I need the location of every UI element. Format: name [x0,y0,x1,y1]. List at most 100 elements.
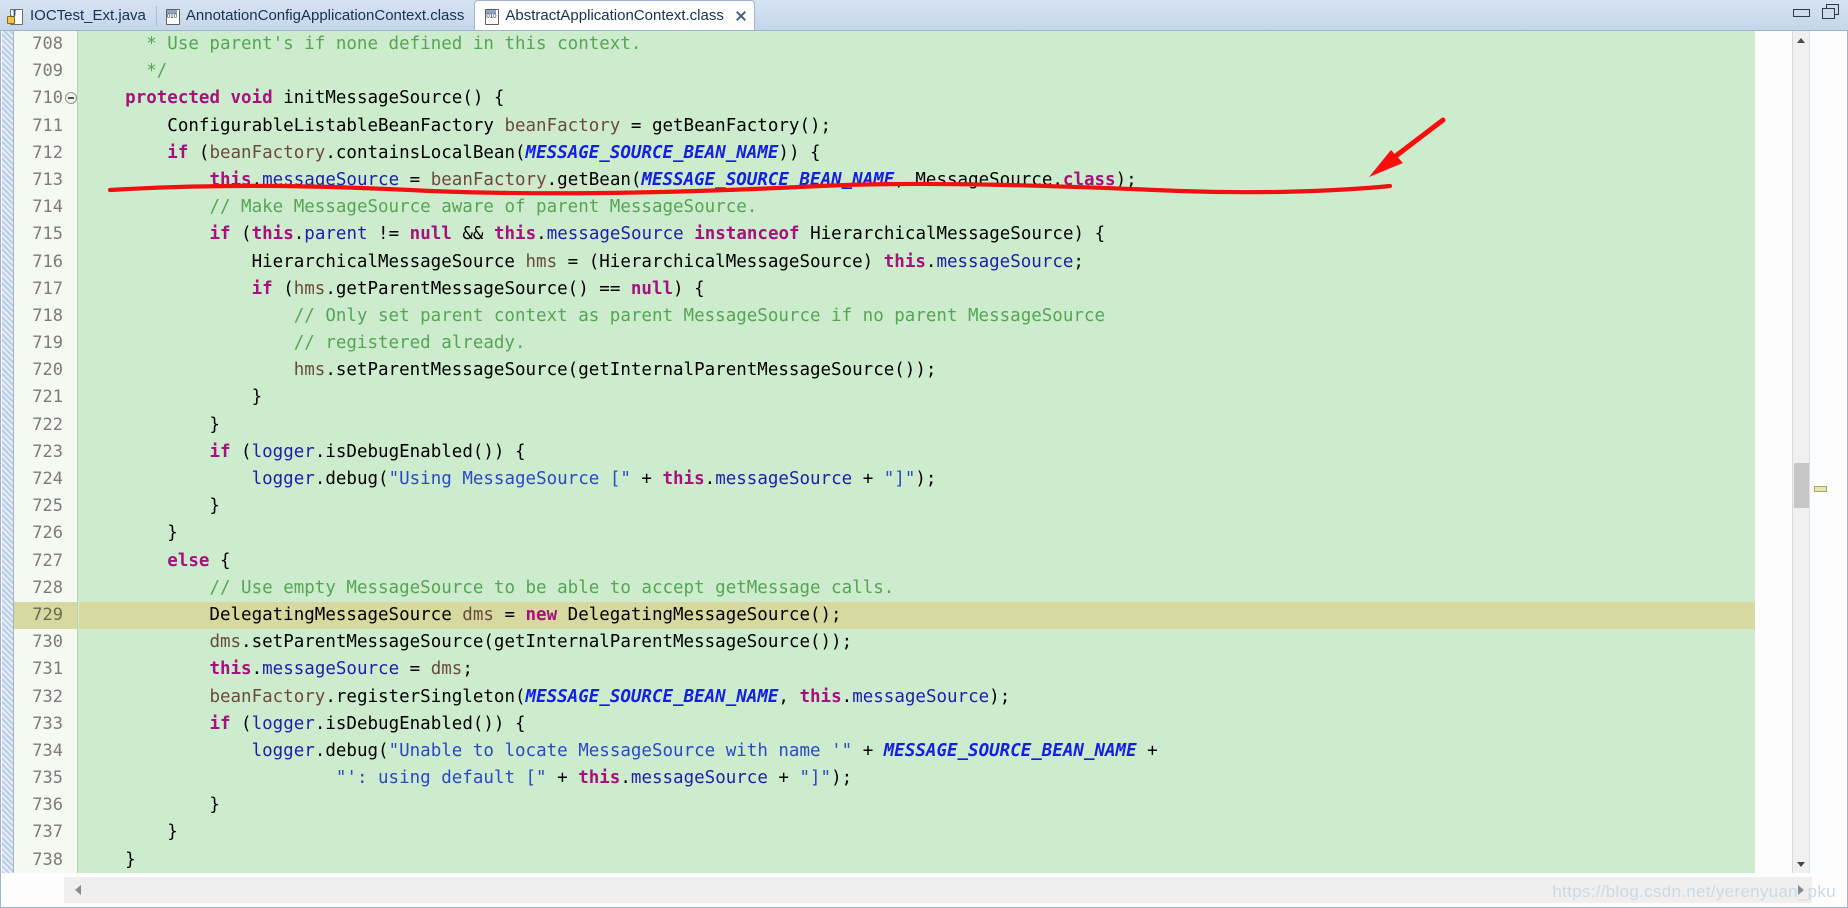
code-token: initMessageSource() { [283,88,505,109]
code-line[interactable]: } [79,493,1755,520]
code-token: if [209,224,231,245]
code-token: if [251,278,273,299]
code-token: = [399,169,431,190]
code-line[interactable]: ConfigurableListableBeanFactory beanFact… [79,113,1755,140]
code-line[interactable]: else { [79,548,1755,575]
line-number: 737 [32,822,63,843]
code-line[interactable]: logger.debug("Unable to locate MessageSo… [79,738,1755,765]
code-token: this [883,251,926,272]
code-line[interactable]: if (hms.getParentMessageSource() == null… [79,276,1755,303]
code-token: "]" [799,768,832,789]
code-token: * Use parent's if none defined in this c… [146,34,642,54]
overview-marker[interactable] [1814,486,1827,492]
code-line[interactable]: if (logger.isDebugEnabled()) { [79,439,1755,466]
line-number: 715 [32,224,63,245]
line-number: 714 [32,197,63,218]
scroll-down-icon[interactable] [1793,856,1810,873]
code-viewport[interactable]: 708 709 710 711 712 713 714 715 716 717 718 719 720 7… [14,31,1755,873]
tab-abstractapplicationcontext-class[interactable]: AbstractApplicationContext.class [474,0,755,30]
code-token: hms [525,251,558,272]
code-token: "Unable to locate MessageSource with nam… [388,740,853,761]
code-token: null [409,224,452,245]
scroll-up-icon[interactable] [1793,31,1810,48]
code-token: this [662,469,705,489]
code-line[interactable]: // Make MessageSource aware of parent Me… [79,194,1755,221]
code-token: beanFactory [209,142,326,163]
code-line[interactable]: // registered already. [79,330,1755,357]
code-line[interactable]: dms.setParentMessageSource(getInternalPa… [79,629,1755,656]
vertical-scroll-thumb[interactable] [1794,463,1809,508]
code-line[interactable]: if (logger.isDebugEnabled()) { [79,711,1755,738]
code-line[interactable]: * Use parent's if none defined in this c… [79,31,1755,58]
code-line[interactable]: } [79,792,1755,819]
scroll-left-icon[interactable] [72,882,82,898]
line-number: 713 [32,169,63,190]
line-number: 709 [32,61,63,82]
horizontal-scroll-track[interactable] [64,877,1812,903]
tab-annotationconfigapplicationcontext-class[interactable]: AnnotationConfigApplicationContext.class [155,1,475,30]
code-line[interactable]: protected void initMessageSource() { [79,85,1755,112]
code-line[interactable]: } [79,819,1755,846]
code-token: hms [293,278,326,299]
line-number: 711 [32,115,63,136]
code-token: , MessageSource. [894,169,1063,190]
code-line[interactable]: if (beanFactory.containsLocalBean(MESSAG… [79,140,1755,167]
overview-ruler[interactable] [1809,31,1831,873]
code-line[interactable]: "': using default [" + this.messageSourc… [79,765,1755,792]
vertical-scrollbar[interactable] [1792,31,1809,873]
code-text[interactable]: * Use parent's if none defined in this c… [79,31,1755,873]
code-line[interactable]: this.messageSource = beanFactory.getBean… [79,167,1755,194]
code-token: .setParentMessageSource(getInternalParen… [241,632,853,653]
code-token: protected void [125,88,284,109]
code-token: messageSource [546,224,684,245]
code-line[interactable]: } [79,520,1755,547]
code-token: // registered already. [293,333,526,354]
code-token: } [83,387,263,408]
annotation-ruler[interactable] [2,31,14,873]
code-line[interactable]: // Only set parent context as parent Mes… [79,303,1755,330]
code-token: beanFactory [504,115,621,136]
code-line[interactable]: logger.debug("Using MessageSource [" + t… [79,466,1755,493]
code-token: .isDebugEnabled()) { [314,713,526,734]
code-line[interactable]: beanFactory.registerSingleton(MESSAGE_SO… [79,684,1755,711]
code-token: this [799,686,842,707]
restore-icon[interactable] [1822,4,1839,19]
code-token: ); [915,469,937,489]
tab-ioctest-ext-java[interactable]: IOCTest_Ext.java [0,1,156,30]
line-number: 736 [32,795,63,816]
code-token: messageSource [936,251,1074,272]
code-token: { [209,550,231,571]
code-token: MESSAGE_SOURCE_BEAN_NAME [641,169,895,190]
code-line[interactable]: } [79,847,1755,873]
code-line[interactable]: // Use empty MessageSource to be able to… [79,575,1755,602]
code-token: ConfigurableListableBeanFactory [83,115,505,136]
code-token: this [209,169,252,190]
code-line[interactable]: */ [79,58,1755,85]
code-line[interactable]: hms.setParentMessageSource(getInternalPa… [79,357,1755,384]
code-token: .getParentMessageSource() == [325,278,631,299]
code-token: . [841,686,853,707]
code-token: this [251,224,294,245]
code-line[interactable]: } [79,384,1755,411]
minimize-icon[interactable] [1793,5,1810,18]
line-number: 733 [32,713,63,734]
code-line[interactable]: DelegatingMessageSource dms = new Delega… [79,601,1755,630]
code-line[interactable]: if (this.parent != null && this.messageS… [79,221,1755,248]
code-line[interactable]: this.messageSource = dms; [79,656,1755,683]
code-token: && [451,224,494,245]
code-token: } [83,795,220,816]
code-token: parent [304,224,368,245]
code-line[interactable]: HierarchicalMessageSource hms = (Hierarc… [79,249,1755,276]
code-line[interactable]: } [79,412,1755,439]
close-icon[interactable] [734,9,748,23]
code-token: // Use empty MessageSource to be able to… [209,577,895,598]
fold-collapse-icon[interactable] [65,92,77,105]
